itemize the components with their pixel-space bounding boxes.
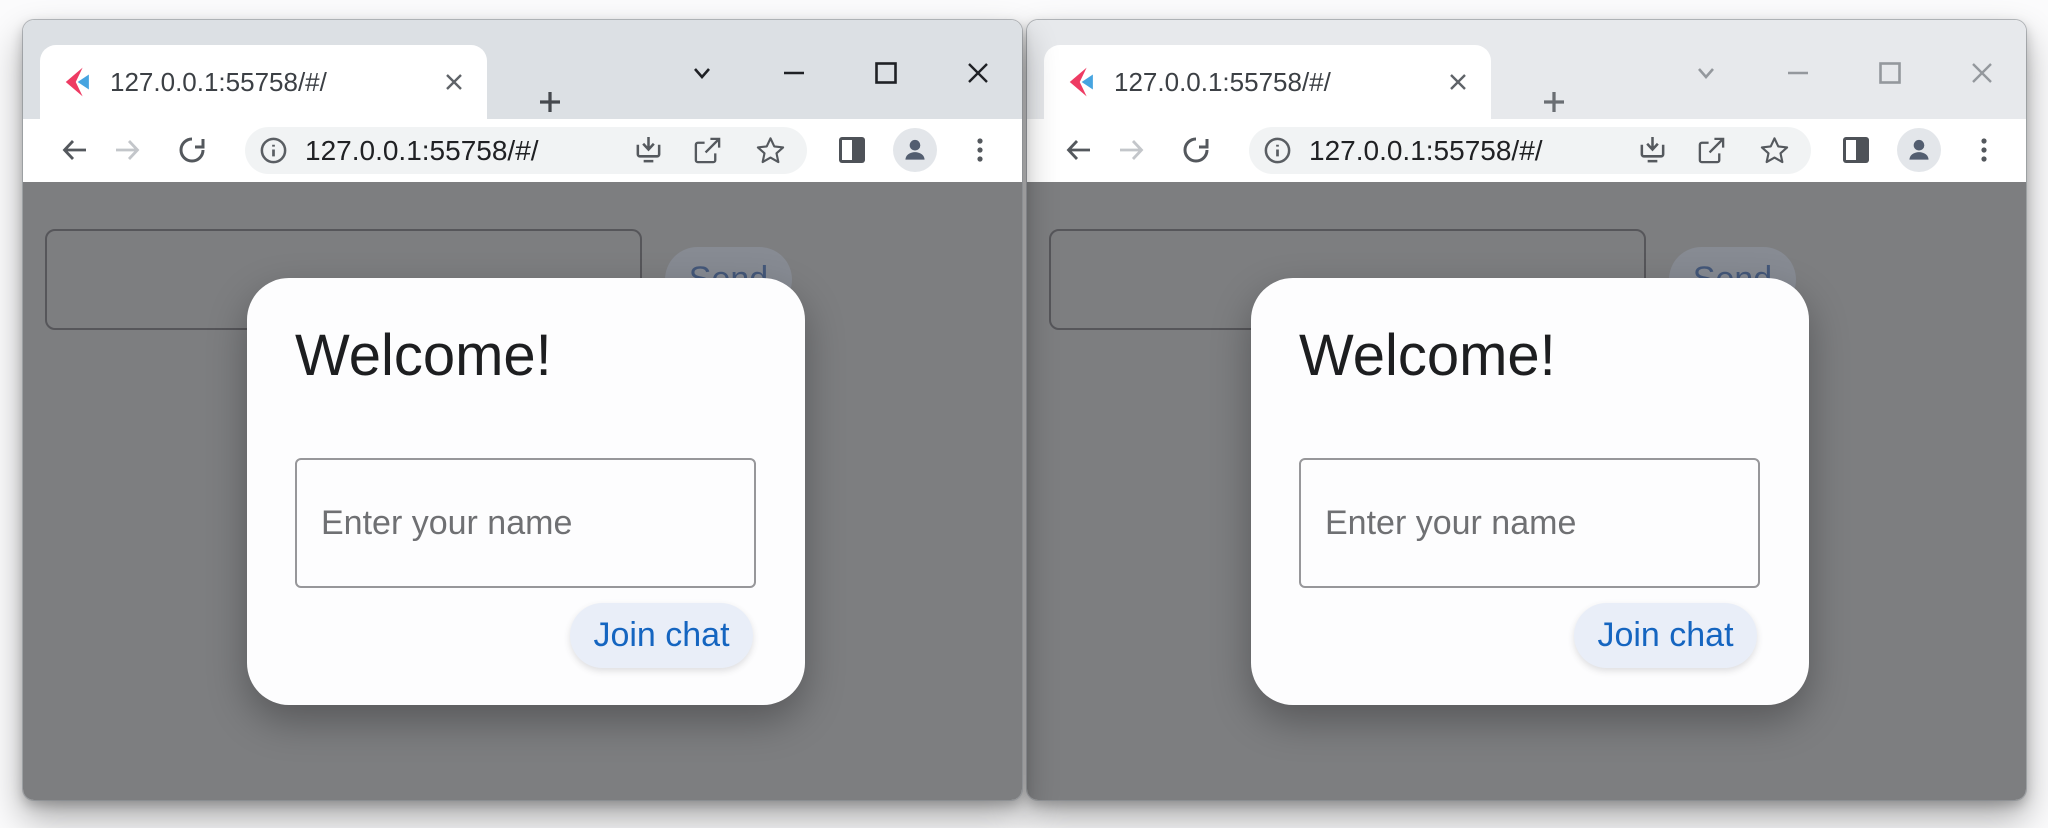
page-content: Send Welcome! Join chat [1027, 182, 2026, 800]
window-maximize-icon[interactable] [1854, 55, 1926, 91]
window-maximize-icon[interactable] [850, 55, 922, 91]
reload-icon[interactable] [1178, 132, 1214, 168]
tab-close-icon[interactable] [437, 65, 471, 99]
new-tab-icon[interactable] [1533, 81, 1575, 123]
browser-tab[interactable]: 127.0.0.1:55758/#/ [1044, 45, 1491, 119]
reload-icon[interactable] [174, 132, 210, 168]
site-info-icon[interactable] [258, 135, 289, 166]
tab-strip: 127.0.0.1:55758/#/ [23, 20, 1022, 119]
back-icon[interactable] [57, 132, 93, 168]
tab-close-icon[interactable] [1441, 65, 1475, 99]
side-panel-icon[interactable] [834, 132, 870, 168]
window-close-icon[interactable] [942, 55, 1014, 91]
site-favicon-icon [1066, 67, 1096, 97]
window-minimize-icon[interactable] [1762, 55, 1834, 91]
share-icon[interactable] [1696, 135, 1727, 166]
tab-strip: 127.0.0.1:55758/#/ [1027, 20, 2026, 119]
url-text[interactable]: 127.0.0.1:55758/#/ [305, 127, 539, 174]
browser-tab[interactable]: 127.0.0.1:55758/#/ [40, 45, 487, 119]
dialog-title: Welcome! [1299, 327, 1556, 385]
tab-title: 127.0.0.1:55758/#/ [1114, 67, 1441, 98]
site-favicon-icon [62, 67, 92, 97]
address-bar[interactable]: 127.0.0.1:55758/#/ [245, 127, 807, 174]
browser-window-right: 127.0.0.1:55758/#/ [1027, 20, 2026, 800]
url-text[interactable]: 127.0.0.1:55758/#/ [1309, 127, 1543, 174]
menu-dots-icon[interactable] [962, 132, 998, 168]
join-chat-button[interactable]: Join chat [1574, 603, 1757, 668]
page-content: Send Welcome! Join chat [23, 182, 1022, 800]
tab-title: 127.0.0.1:55758/#/ [110, 67, 437, 98]
download-page-icon[interactable] [1637, 135, 1668, 166]
join-chat-button[interactable]: Join chat [570, 603, 753, 668]
window-chevron-down-icon[interactable] [666, 55, 738, 91]
forward-icon[interactable] [1113, 132, 1149, 168]
dialog-title: Welcome! [295, 327, 552, 385]
welcome-dialog: Welcome! Join chat [1251, 278, 1809, 705]
profile-avatar-icon[interactable] [893, 128, 937, 172]
download-page-icon[interactable] [633, 135, 664, 166]
menu-dots-icon[interactable] [1966, 132, 2002, 168]
side-panel-icon[interactable] [1838, 132, 1874, 168]
new-tab-icon[interactable] [529, 81, 571, 123]
bookmark-star-icon[interactable] [755, 135, 786, 166]
browser-window-left: 127.0.0.1:55758/#/ [23, 20, 1022, 800]
forward-icon[interactable] [109, 132, 145, 168]
browser-toolbar: 127.0.0.1:55758/#/ [23, 119, 1022, 182]
back-icon[interactable] [1061, 132, 1097, 168]
window-controls [666, 55, 1014, 91]
name-input[interactable] [1299, 458, 1760, 588]
address-bar[interactable]: 127.0.0.1:55758/#/ [1249, 127, 1811, 174]
site-info-icon[interactable] [1262, 135, 1293, 166]
window-controls [1670, 55, 2018, 91]
welcome-dialog: Welcome! Join chat [247, 278, 805, 705]
window-minimize-icon[interactable] [758, 55, 830, 91]
name-input[interactable] [295, 458, 756, 588]
bookmark-star-icon[interactable] [1759, 135, 1790, 166]
profile-avatar-icon[interactable] [1897, 128, 1941, 172]
window-chevron-down-icon[interactable] [1670, 55, 1742, 91]
window-close-icon[interactable] [1946, 55, 2018, 91]
browser-toolbar: 127.0.0.1:55758/#/ [1027, 119, 2026, 182]
share-icon[interactable] [692, 135, 723, 166]
